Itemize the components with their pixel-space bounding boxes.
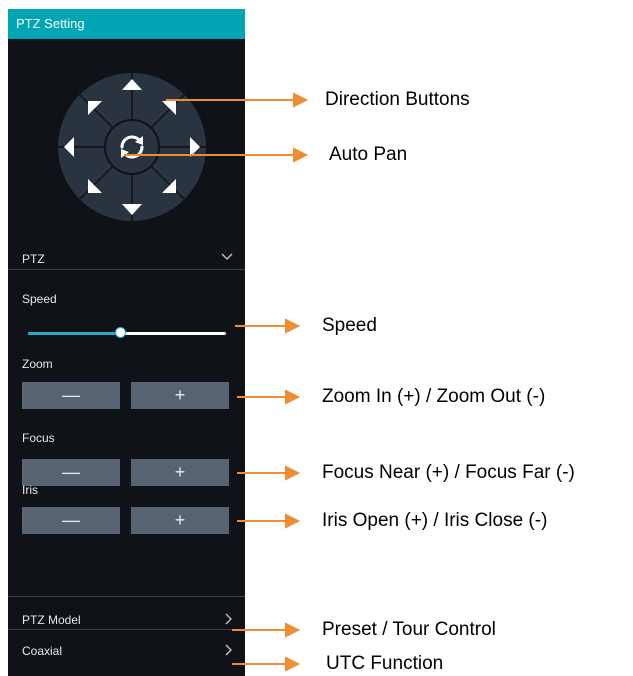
speed-arrowhead <box>285 318 301 334</box>
speed-annotation: Speed <box>322 315 377 336</box>
ptz-setting-panel: PTZ Setting PTZ Speed Zoom — + Focus — +… <box>8 9 245 676</box>
zoom-arrowhead <box>285 389 301 405</box>
iris-arrowhead <box>285 513 301 529</box>
ptz-mode-label: PTZ <box>22 252 45 266</box>
focus-label: Focus <box>22 431 55 445</box>
zoom-label: Zoom <box>22 357 53 371</box>
iris-annotation: Iris Open (+) / Iris Close (-) <box>322 510 548 531</box>
chevron-down-icon <box>221 253 233 260</box>
iris-close-button[interactable]: — <box>22 507 120 534</box>
divider <box>8 596 245 597</box>
utc-arrowhead <box>285 656 301 672</box>
panel-title: PTZ Setting <box>8 9 245 39</box>
iris-open-button[interactable]: + <box>131 507 229 534</box>
auto-pan-arrowhead <box>293 147 309 163</box>
speed-slider-thumb[interactable] <box>115 327 127 338</box>
divider <box>8 269 245 270</box>
ptz-model-menu-item[interactable]: PTZ Model <box>8 607 245 631</box>
divider <box>8 629 245 630</box>
direction-buttons-annotation: Direction Buttons <box>325 89 470 110</box>
utc-function-annotation: UTC Function <box>326 653 444 674</box>
iris-label: Iris <box>22 483 38 497</box>
focus-near-button[interactable]: + <box>131 459 229 486</box>
focus-far-button[interactable]: — <box>22 459 120 486</box>
speed-label: Speed <box>22 292 57 306</box>
ptz-model-label: PTZ Model <box>22 613 81 627</box>
focus-annotation: Focus Near (+) / Focus Far (-) <box>322 462 575 483</box>
chevron-right-icon <box>225 613 232 625</box>
direction-arrowhead <box>293 92 309 108</box>
preset-tour-annotation: Preset / Tour Control <box>322 619 496 640</box>
speed-slider[interactable] <box>28 327 226 339</box>
speed-slider-fill <box>28 332 122 335</box>
direction-pad <box>58 73 206 221</box>
preset-arrowhead <box>285 622 301 638</box>
zoom-out-button[interactable]: — <box>22 382 120 409</box>
coaxial-label: Coaxial <box>22 644 63 658</box>
chevron-right-icon <box>225 644 232 656</box>
focus-arrowhead <box>285 465 301 481</box>
auto-pan-annotation: Auto Pan <box>329 144 408 165</box>
coaxial-menu-item[interactable]: Coaxial <box>8 638 245 662</box>
auto-pan-button[interactable] <box>104 119 160 175</box>
zoom-annotation: Zoom In (+) / Zoom Out (-) <box>322 386 546 407</box>
ptz-mode-dropdown[interactable]: PTZ <box>8 246 245 270</box>
zoom-in-button[interactable]: + <box>131 382 229 409</box>
